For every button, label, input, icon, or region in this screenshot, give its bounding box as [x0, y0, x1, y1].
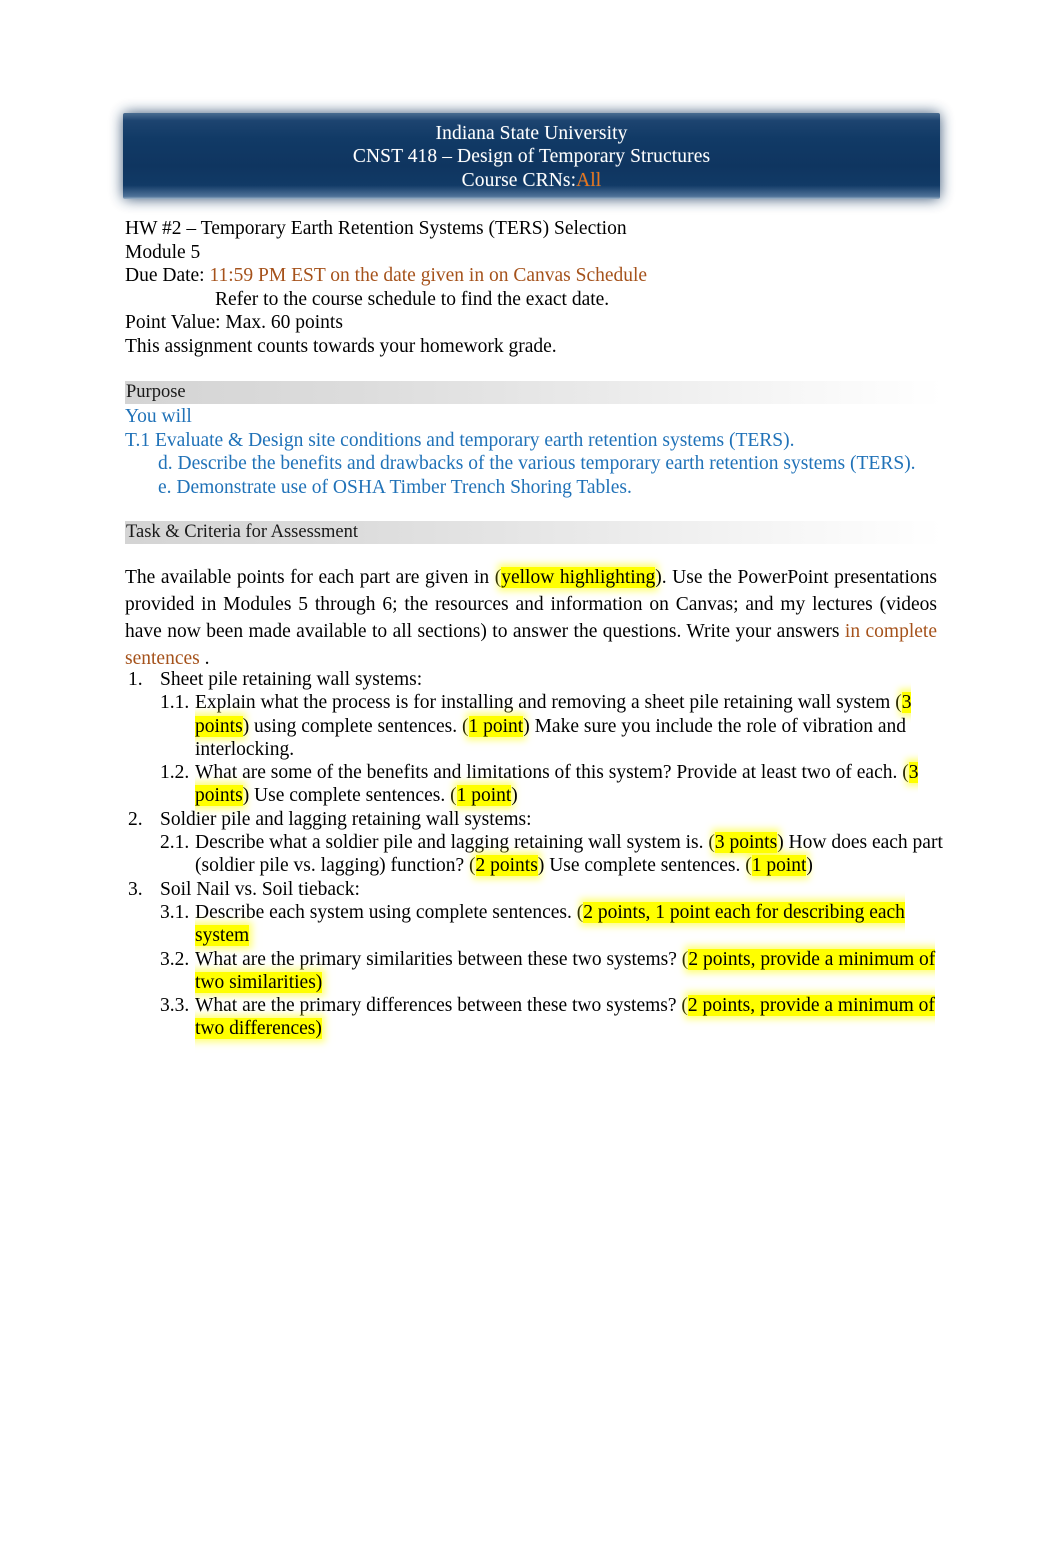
banner-university: Indiana State University — [435, 123, 628, 145]
sub-question-segment: ) Use complete sentences. ( — [242, 785, 457, 807]
question-text: Soldier pile and lagging retaining wall … — [160, 808, 532, 830]
module-label: Module 5 — [125, 241, 201, 263]
section-heading-task-label: Task & Criteria for Assessment — [126, 522, 358, 542]
sub-question-item: 3.1. Describe each system using complete … — [125, 901, 950, 948]
purpose-sub-item-e: e. Demonstrate use of OSHA Timber Trench… — [158, 476, 632, 498]
sub-question-number: 3.1. — [160, 901, 190, 923]
points-highlight: 1 point — [456, 785, 512, 807]
banner-crn-label: Course CRNs: — [461, 169, 577, 191]
assignment-metadata: HW #2 – Temporary Earth Retention System… — [125, 217, 945, 358]
sub-question-segment: What are some of the benefits and limita… — [195, 762, 909, 784]
task-paragraph-highlight: yellow highlighting — [501, 566, 656, 588]
sub-question-number: 3.2. — [160, 948, 190, 970]
question-text: Sheet pile retaining wall systems: — [160, 669, 423, 690]
sub-question-segment: ) — [806, 855, 813, 877]
sub-question-item: 1.1. Explain what the process is for inst… — [125, 691, 950, 761]
sub-question-item: 3.3. What are the primary differences bet… — [125, 994, 950, 1041]
section-heading-purpose: Purpose — [125, 381, 943, 404]
sub-question-segment: Describe what a soldier pile and lagging… — [195, 832, 715, 854]
banner-crn-line: Course CRNs:All — [462, 169, 602, 192]
question-item: 1. Sheet pile retaining wall systems: — [125, 668, 950, 691]
sub-question-text: What are the primary differences between… — [195, 994, 950, 1041]
due-date-value: 11:59 PM EST on the date given in on Can… — [209, 265, 648, 286]
sub-question-segment: ) using complete sentences. ( — [242, 715, 469, 737]
sub-question-text: Describe what a soldier pile and lagging… — [195, 831, 950, 878]
section-heading-purpose-label: Purpose — [126, 382, 186, 402]
purpose-objective: T.1 Evaluate & Design site conditions an… — [125, 429, 795, 451]
question-number: 2. — [128, 808, 143, 830]
section-heading-task: Task & Criteria for Assessment — [125, 521, 943, 544]
sub-question-item: 3.2. What are the primary similarities be… — [125, 948, 950, 995]
sub-question-segment: Explain what the process is for installi… — [195, 692, 902, 714]
points-highlight: 2 points — [475, 855, 538, 877]
due-date-label: Due Date: — [125, 265, 210, 286]
sub-question-text: What are some of the benefits and limita… — [195, 761, 950, 808]
sub-question-segment: What are the primary similarities betwee… — [195, 948, 689, 970]
question-list: 1. Sheet pile retaining wall systems: 1.1.… — [125, 668, 950, 1041]
course-banner: Indiana State University CNST 418 – Desi… — [123, 113, 940, 199]
sub-question-item: 1.2. What are some of the benefits and li… — [125, 761, 950, 808]
sub-question-segment: Describe each system using complete sent… — [195, 901, 584, 923]
sub-question-item: 2.1. Describe what a soldier pile and lag… — [125, 831, 950, 878]
sub-question-segment: ) Use complete sentences. ( — [537, 855, 752, 877]
assignment-title: HW #2 – Temporary Earth Retention System… — [125, 218, 627, 239]
sub-question-number: 1.2. — [160, 762, 190, 784]
grade-note: This assignment counts towards your home… — [125, 335, 557, 357]
sub-question-number: 3.3. — [160, 995, 190, 1017]
sub-question-segment: ) — [511, 785, 518, 807]
task-paragraph-end: . — [199, 648, 210, 670]
question-item: 2. Soldier pile and lagging retaining wal… — [125, 808, 950, 831]
banner-crn-value: All — [576, 169, 602, 191]
purpose-body: You will T.1 Evaluate & Design site cond… — [125, 405, 945, 499]
sub-question-text: Explain what the process is for installi… — [195, 691, 950, 761]
sub-question-text: Describe each system using complete sent… — [195, 901, 950, 948]
question-number: 3. — [128, 878, 143, 900]
document-page: Indiana State University CNST 418 – Desi… — [0, 0, 1062, 1561]
purpose-sub-item-d: d. Describe the benefits and drawbacks o… — [158, 453, 916, 474]
due-date-line: Due Date: 11:59 PM EST on the date given… — [125, 264, 945, 288]
points-highlight: 1 point — [468, 715, 524, 737]
task-paragraph: The available points for each part are g… — [125, 564, 937, 673]
question-item: 3. Soil Nail vs. Soil tieback: — [125, 878, 950, 901]
banner-course: CNST 418 – Design of Temporary Structure… — [352, 146, 711, 168]
point-value: Point Value: Max. 60 points — [125, 312, 343, 333]
question-text: Soil Nail vs. Soil tieback: — [160, 878, 360, 900]
due-date-note: Refer to the course schedule to find the… — [215, 288, 610, 310]
sub-question-segment: What are the primary differences between… — [195, 995, 688, 1017]
sub-question-number: 1.1. — [160, 692, 190, 714]
banner-body: Indiana State University CNST 418 – Desi… — [123, 113, 940, 199]
question-number: 1. — [128, 669, 143, 690]
sub-question-text: What are the primary similarities betwee… — [195, 948, 950, 995]
points-highlight: 3 points — [714, 832, 778, 854]
points-highlight: 1 point — [751, 855, 807, 877]
purpose-intro: You will — [125, 406, 192, 427]
sub-question-number: 2.1. — [160, 832, 190, 854]
task-paragraph-part-a: The available points for each part are g… — [125, 566, 502, 588]
